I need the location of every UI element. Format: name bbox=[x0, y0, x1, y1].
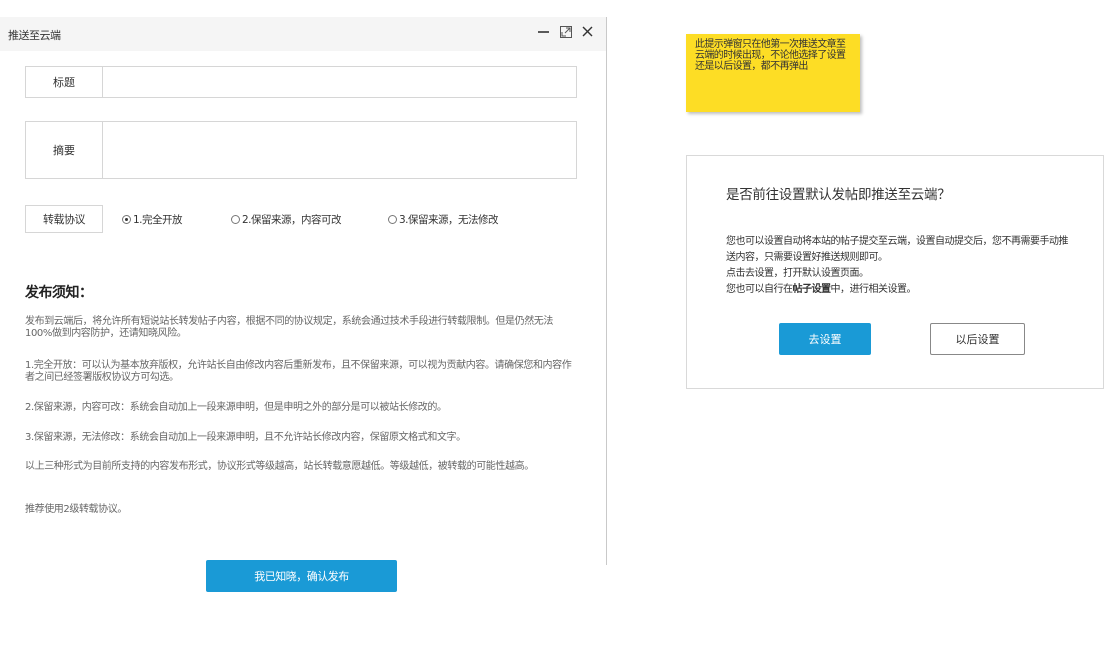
post-settings-text: 帖子设置 bbox=[792, 284, 832, 295]
prompt-line-3-suffix: 中，进行相关设置。 bbox=[830, 284, 917, 295]
title-input[interactable] bbox=[103, 67, 576, 97]
notice-paragraph: 以上三种形式为目前所支持的内容发布形式，协议形式等级越高，站长转载意愿越低。等级… bbox=[25, 461, 534, 472]
dialog-header: 推送至云端 bbox=[0, 17, 606, 51]
later-settings-button[interactable]: 以后设置 bbox=[930, 323, 1025, 355]
minimize-icon[interactable] bbox=[537, 25, 550, 38]
notice-paragraph: 1.完全开放：可以认为基本放弃版权，允许站长自由修改内容后重新发布，且不保留来源… bbox=[25, 360, 572, 383]
protocol-row: 转载协议 bbox=[25, 205, 103, 233]
maximize-icon[interactable] bbox=[559, 25, 572, 38]
notice-paragraph: 3.保留来源，无法修改：系统会自动加上一段来源申明，且不允许站长修改内容，保留原… bbox=[25, 432, 466, 443]
radio-unchecked-icon[interactable] bbox=[231, 215, 240, 224]
close-icon[interactable] bbox=[581, 25, 594, 38]
notice-paragraph: 发布到云端后，将允许所有短说站长转发帖子内容，根据不同的协议规定，系统会通过技术… bbox=[25, 316, 553, 339]
prompt-line-3: 您也可以自行在帖子设置中，进行相关设置。 bbox=[726, 282, 1076, 298]
radio-checked-icon[interactable] bbox=[122, 215, 131, 224]
radio-unchecked-icon[interactable] bbox=[388, 215, 397, 224]
notice-paragraph: 推荐使用2级转载协议。 bbox=[25, 504, 127, 515]
window-controls bbox=[537, 25, 594, 38]
protocol-option-2-label: 2.保留来源，内容可改 bbox=[242, 214, 342, 226]
push-to-cloud-dialog: 推送至云端 标题 摘要 转载协议 1.完全开放 2.保留来源，内容可改 3.保留… bbox=[0, 17, 607, 565]
protocol-option-1[interactable]: 1.完全开放 bbox=[122, 212, 183, 227]
notice-heading: 发布须知： bbox=[25, 285, 93, 301]
dialog-title: 推送至云端 bbox=[8, 29, 61, 42]
prompt-body: 您也可以设置自动将本站的帖子提交至云端，设置自动提交后，您不再需要手动推送内容，… bbox=[726, 234, 1076, 298]
protocol-option-1-label: 1.完全开放 bbox=[133, 214, 183, 226]
summary-field-row: 摘要 bbox=[25, 121, 577, 179]
protocol-option-3-label: 3.保留来源，无法修改 bbox=[399, 214, 499, 226]
protocol-option-3[interactable]: 3.保留来源，无法修改 bbox=[388, 212, 499, 227]
sticky-note: 此提示弹窗只在他第一次推送文章至云端的时候出现，不论他选择了设置还是以后设置，都… bbox=[686, 34, 860, 112]
title-field-row: 标题 bbox=[25, 66, 577, 98]
confirm-publish-button[interactable]: 我已知晓，确认发布 bbox=[206, 560, 397, 592]
summary-input[interactable] bbox=[103, 122, 576, 178]
prompt-line-3-prefix: 您也可以自行在 bbox=[726, 284, 793, 295]
prompt-line-1: 您也可以设置自动将本站的帖子提交至云端，设置自动提交后，您不再需要手动推送内容，… bbox=[726, 236, 1069, 263]
notice-paragraph: 2.保留来源，内容可改：系统会自动加上一段来源申明，但是申明之外的部分是可以被站… bbox=[25, 402, 447, 413]
protocol-label: 转载协议 bbox=[25, 205, 103, 233]
go-settings-button[interactable]: 去设置 bbox=[779, 323, 871, 355]
settings-prompt-dialog: 是否前往设置默认发帖即推送至云端？ 您也可以设置自动将本站的帖子提交至云端，设置… bbox=[686, 155, 1104, 389]
title-label: 标题 bbox=[26, 67, 103, 97]
prompt-title: 是否前往设置默认发帖即推送至云端？ bbox=[726, 187, 951, 203]
prompt-line-2: 点击去设置，打开默认设置页面。 bbox=[726, 268, 869, 279]
summary-label: 摘要 bbox=[26, 122, 103, 178]
protocol-option-2[interactable]: 2.保留来源，内容可改 bbox=[231, 212, 342, 227]
